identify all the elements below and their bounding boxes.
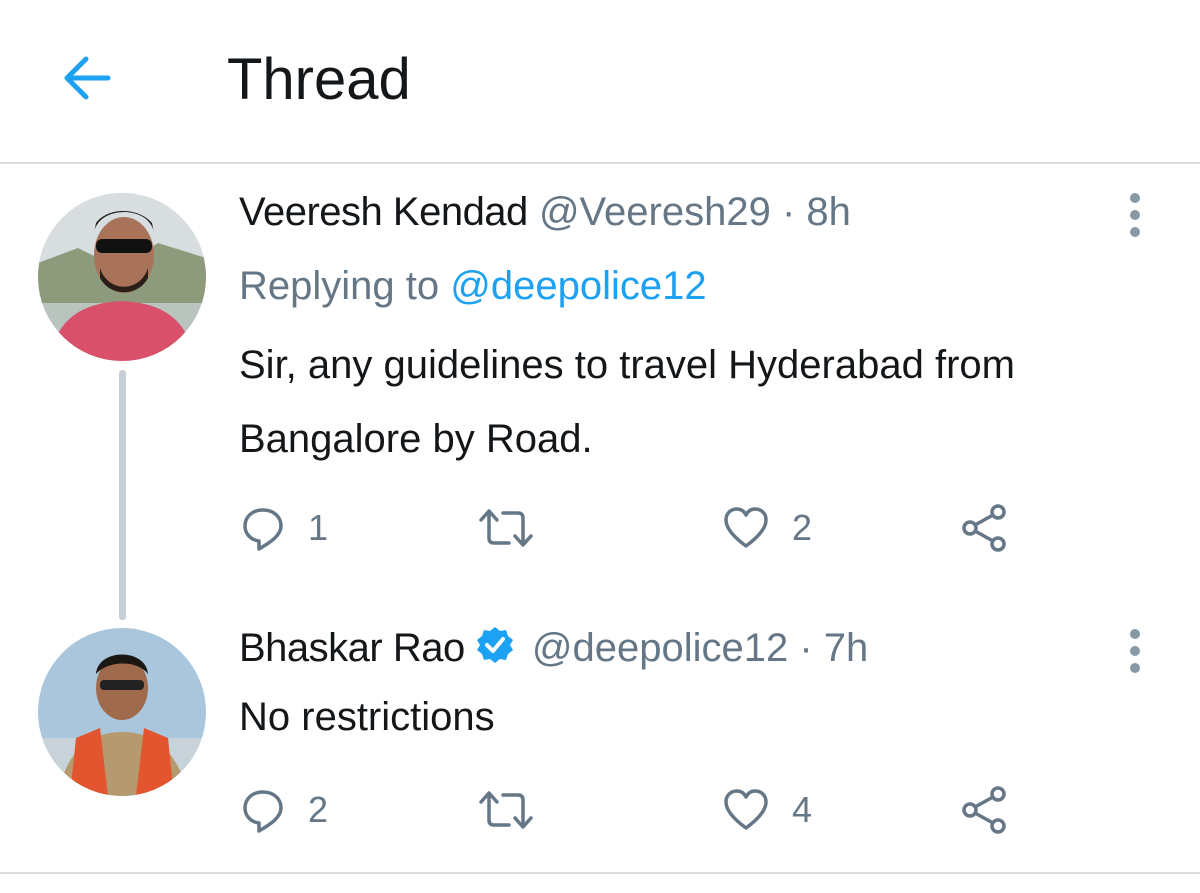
more-options-button[interactable] [1120,626,1150,676]
reply-count: 2 [308,789,329,830]
share-icon [962,786,1006,834]
tweet-time[interactable]: 7h [824,626,869,670]
more-vertical-icon [1130,629,1140,673]
tweet-actions: 2 4 [240,782,1040,838]
tweet-text: No restrictions [239,695,495,739]
share-button[interactable] [960,782,1010,838]
divider [0,872,1200,874]
verified-badge-icon [475,625,515,676]
heart-icon [724,789,768,830]
avatar[interactable] [38,628,206,796]
separator-dot: · [799,626,813,670]
tweet-meta: Bhaskar Rao @deepolice12 · 7h [239,624,868,676]
reply-button[interactable]: 2 [240,782,328,838]
reply-icon [243,790,283,833]
retweet-icon [479,791,533,829]
user-handle[interactable]: @deepolice12 [532,626,788,670]
tweet-bhaskar[interactable]: Bhaskar Rao @deepolice12 · 7h No restric… [0,0,1200,872]
display-name[interactable]: Bhaskar Rao [239,626,465,670]
like-button[interactable]: 4 [722,782,812,838]
retweet-button[interactable] [477,782,557,838]
like-count: 4 [792,789,813,830]
